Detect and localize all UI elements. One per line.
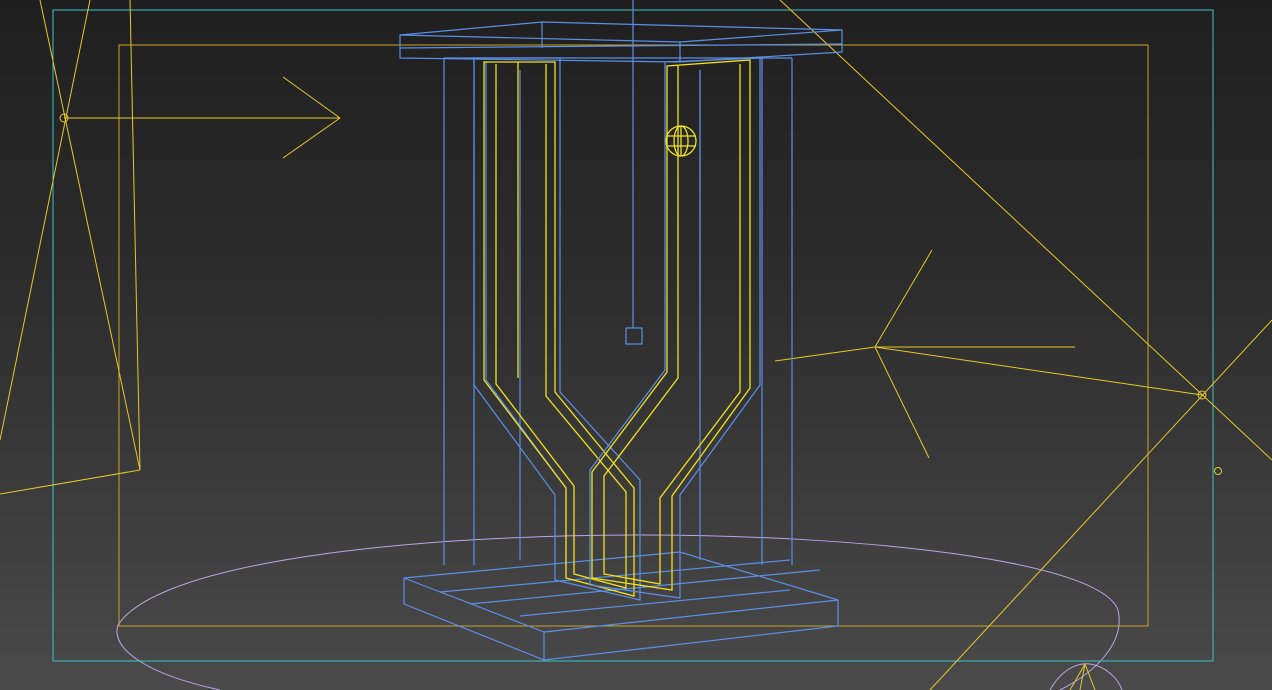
light-target-sphere[interactable] [665,125,697,157]
perspective-viewport[interactable] [0,0,1272,690]
bottom-light-gizmo[interactable] [1069,663,1096,690]
top-lid-plate[interactable] [399,21,843,63]
hanging-helper[interactable] [625,0,643,345]
y-pipe-right[interactable] [589,57,761,599]
spot-light-left[interactable] [0,0,341,495]
scene-wireframe[interactable] [0,0,1272,690]
spot-light-right[interactable] [774,0,1272,690]
y-pipe-left[interactable] [473,57,641,601]
base-plate[interactable] [403,551,839,661]
